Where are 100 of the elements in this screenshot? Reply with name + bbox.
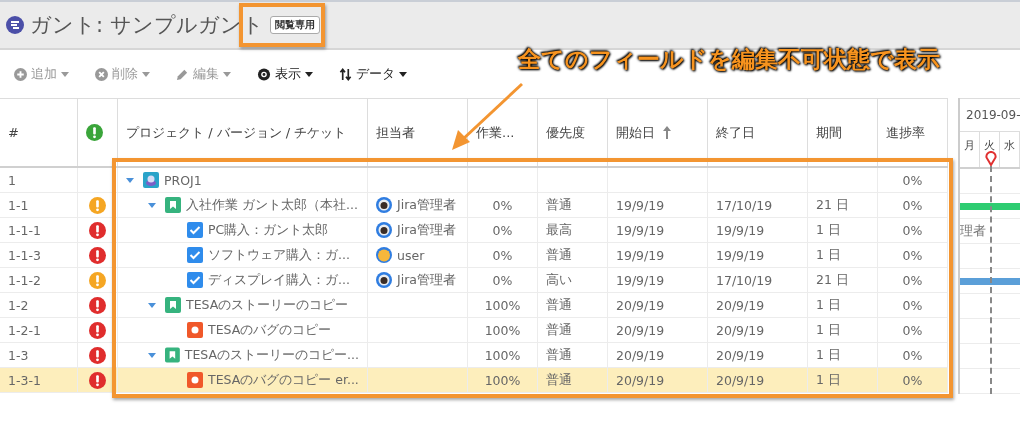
table-row[interactable]: 1-2 TESAのストーリーのコピー 100% 普通 20/9/19 20/9/19 1 日 0% <box>0 293 948 318</box>
item-name: ソフトウェア購入：ガ... <box>208 246 350 264</box>
page-title: ガント: サンプルガント <box>30 12 264 39</box>
column-header[interactable]: 終了日 <box>716 123 755 142</box>
bug-icon <box>187 372 203 388</box>
bookmark-icon <box>165 347 180 363</box>
priority: 普通 <box>546 196 572 214</box>
bug-icon <box>187 322 203 338</box>
work-ratio: 100% <box>484 347 521 363</box>
checkbox-icon <box>187 222 203 238</box>
priority: 最高 <box>546 221 572 239</box>
caret-icon <box>305 71 313 77</box>
assignee: Jira管理者 <box>397 196 456 214</box>
priority: 普通 <box>546 371 572 389</box>
duration: 1 日 <box>816 296 841 314</box>
plus-circle-icon <box>14 67 27 81</box>
work-ratio: 0% <box>492 197 513 213</box>
sort-arrows-icon <box>339 67 352 81</box>
end-date: 19/9/19 <box>716 247 765 263</box>
progress: 0% <box>902 172 923 188</box>
progress: 0% <box>902 247 923 263</box>
progress: 0% <box>902 347 923 363</box>
project-icon <box>143 172 159 188</box>
column-header[interactable]: 作業... <box>476 123 515 142</box>
start-date: 19/9/19 <box>616 197 665 213</box>
item-name: TESAのバグのコピー <box>208 321 332 339</box>
row-number: 1 <box>8 172 16 188</box>
table-row[interactable]: 1-1-1 PC購入：ガント太郎 Jira管理者 0% 最高 19/9/19 19/9/19 1 日 0% <box>0 218 948 243</box>
caret-icon <box>148 302 156 308</box>
duration: 1 日 <box>816 371 841 389</box>
bookmark-icon <box>165 197 181 213</box>
day-label: 月 <box>960 132 980 167</box>
alert-icon <box>86 124 103 141</box>
table-row[interactable]: 1-2-1 TESAのバグのコピー 100% 普通 20/9/19 20/9/19 1 日 0% <box>0 318 948 343</box>
gantt-logo-icon <box>6 16 24 34</box>
row-number: 1-1-1 <box>8 222 41 238</box>
table-row[interactable]: 1-3-1 TESAのバグのコピー er... 100% 普通 20/9/19 20/9/19 1 日 0% <box>0 368 948 393</box>
start-date: 19/9/19 <box>616 247 665 263</box>
progress: 0% <box>902 372 923 388</box>
priority: 普通 <box>546 246 572 264</box>
row-number: 1-2-1 <box>8 322 41 338</box>
start-date: 19/9/19 <box>616 272 665 288</box>
column-header[interactable]: # <box>8 125 19 140</box>
bar-label: 理者 <box>960 222 986 240</box>
table-row[interactable]: 1 PROJ1 0% <box>0 168 948 193</box>
toolbar-button[interactable]: 表示 <box>257 63 313 85</box>
table-row[interactable]: 1-1-2 ディスプレイ購入：ガ... Jira管理者 0% 高い 19/9/19 17/10/19 21 日 0% <box>0 268 948 293</box>
checkbox-icon <box>187 247 203 263</box>
checkbox-icon <box>187 272 203 288</box>
item-name: TESAのストーリーのコピー <box>186 296 349 314</box>
priority: 普通 <box>546 296 572 314</box>
column-header[interactable]: 担当者 <box>376 123 415 142</box>
column-header[interactable]: 進捗率 <box>886 123 925 142</box>
column-header[interactable]: 期間 <box>816 123 842 142</box>
progress: 0% <box>902 322 923 338</box>
pencil-icon <box>176 67 189 81</box>
start-date: 20/9/19 <box>616 372 665 388</box>
day-label: 水 <box>1000 132 1020 167</box>
progress: 0% <box>902 197 923 213</box>
avatar-icon <box>376 272 392 288</box>
caret-icon <box>142 71 150 77</box>
row-number: 1-1 <box>8 197 29 213</box>
table-row[interactable]: 1-1-3 ソフトウェア購入：ガ... user 0% 普通 19/9/19 19/9/19 1 日 0% <box>0 243 948 268</box>
timeline-date: 2019-09- <box>960 98 1020 131</box>
row-number: 1-1-2 <box>8 272 41 288</box>
row-number: 1-2 <box>8 297 29 313</box>
duration: 1 日 <box>816 221 841 239</box>
work-ratio: 0% <box>492 222 513 238</box>
work-ratio: 100% <box>484 297 521 313</box>
avatar-icon <box>376 247 392 263</box>
column-header[interactable]: 開始日 <box>616 123 655 142</box>
caret-icon <box>148 202 156 208</box>
row-number: 1-3 <box>8 347 29 363</box>
progress: 0% <box>902 222 923 238</box>
duration: 1 日 <box>816 321 841 339</box>
progress: 0% <box>902 272 923 288</box>
column-header[interactable]: 優先度 <box>546 123 585 142</box>
avatar-icon <box>376 222 392 238</box>
bookmark-icon <box>165 297 181 313</box>
item-name: ディスプレイ購入：ガ... <box>208 271 350 289</box>
table-row[interactable]: 1-1 入社作業 ガント太郎（本社... Jira管理者 0% 普通 19/9/19 17/10/19 21 日 0% <box>0 193 948 218</box>
end-date: 17/10/19 <box>716 272 773 288</box>
row-number: 1-3-1 <box>8 372 41 388</box>
read-only-badge: 閲覧専用 <box>269 16 320 34</box>
item-name: PC購入：ガント太郎 <box>208 221 329 239</box>
start-date: 20/9/19 <box>616 322 665 338</box>
start-date: 19/9/19 <box>616 222 665 238</box>
work-ratio: 0% <box>492 247 513 263</box>
x-circle-icon <box>95 67 108 81</box>
end-date: 19/9/19 <box>716 222 765 238</box>
caret-icon <box>223 71 231 77</box>
duration: 1 日 <box>816 246 841 264</box>
work-ratio: 100% <box>484 372 521 388</box>
row-number: 1-1-3 <box>8 247 41 263</box>
assignee: Jira管理者 <box>397 221 456 239</box>
end-date: 17/10/19 <box>716 197 773 213</box>
column-header[interactable]: プロジェクト / バージョン / チケット <box>126 123 347 142</box>
toolbar-button[interactable]: データ <box>339 63 407 85</box>
start-date: 20/9/19 <box>616 297 665 313</box>
table-row[interactable]: 1-3 TESAのストーリーのコピー... 100% 普通 20/9/19 20/9/19 1 日 0% <box>0 343 948 368</box>
